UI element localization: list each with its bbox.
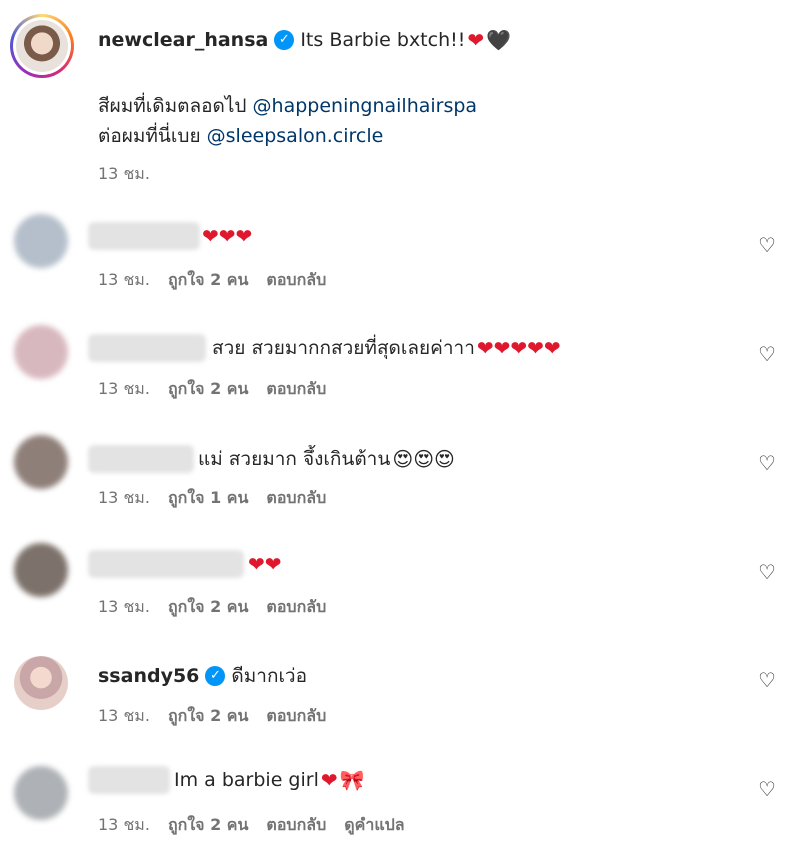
- ribbon-emoji-icon: 🎀: [339, 768, 365, 792]
- caption-line2: สีผมที่เดิมตลอดไป @happeningnailhairspa: [98, 95, 478, 117]
- heart-outline-icon[interactable]: ♡: [756, 343, 778, 365]
- comment-avatar[interactable]: [14, 766, 68, 820]
- heart-emoji-icon: ❤: [467, 28, 485, 52]
- caption-line3: ต่อผมที่นี่เบย @sleepsalon.circle: [98, 125, 384, 147]
- comment-username-blurred[interactable]: [88, 222, 200, 250]
- likes-count[interactable]: ถูกใจ 2 คน: [168, 379, 248, 398]
- reply-button[interactable]: ตอบกลับ: [266, 706, 326, 725]
- comment-text: สวย สวยมากกสวยที่สุดเลยค่าาา: [212, 337, 475, 359]
- heart-emoji-icon: ❤❤❤: [202, 224, 253, 248]
- heart-eyes-emoji-icon: 😍😍😍: [392, 447, 455, 471]
- heart-outline-icon[interactable]: ♡: [756, 561, 778, 583]
- likes-count[interactable]: ถูกใจ 2 คน: [168, 706, 248, 725]
- comment-avatar[interactable]: [14, 435, 68, 489]
- comment-avatar[interactable]: [14, 214, 68, 268]
- heart-emoji-icon: ❤❤: [248, 552, 282, 576]
- comment-meta: 13 ชม. ถูกใจ 2 คน ตอบกลับ: [98, 379, 327, 398]
- comment-meta: 13 ชม. ถูกใจ 2 คน ตอบกลับ: [98, 597, 327, 616]
- verified-badge-icon: ✓: [274, 30, 295, 50]
- comment-text: Im a barbie girl: [174, 769, 319, 791]
- reply-button[interactable]: ตอบกลับ: [266, 815, 326, 834]
- comment-meta: 13 ชม. ถูกใจ 2 คน ตอบกลับ: [98, 706, 327, 725]
- see-translation-button[interactable]: ดูคำแปล: [344, 815, 404, 834]
- comment-username-blurred[interactable]: [88, 445, 194, 473]
- caption-username[interactable]: newclear_hansa: [98, 29, 268, 51]
- reply-button[interactable]: ตอบกลับ: [266, 379, 326, 398]
- comment-meta: 13 ชม. ถูกใจ 1 คน ตอบกลับ: [98, 488, 327, 507]
- mention-link[interactable]: @sleepsalon.circle: [207, 125, 384, 147]
- heart-outline-icon[interactable]: ♡: [756, 234, 778, 256]
- reply-button[interactable]: ตอบกลับ: [266, 270, 326, 289]
- comment-text: ดีมากเว่อ: [231, 665, 308, 687]
- verified-badge-icon: ✓: [205, 666, 226, 686]
- comment-username-blurred[interactable]: [88, 334, 206, 362]
- comment-meta: 13 ชม. ถูกใจ 2 คน ตอบกลับ ดูคำแปล: [98, 815, 405, 834]
- comment-avatar[interactable]: [14, 325, 68, 379]
- comment-username[interactable]: ssandy56: [98, 665, 199, 687]
- comment-text: แม่ สวยมาก จึ้งเกินต้าน: [198, 448, 391, 470]
- black-heart-emoji-icon: 🖤: [486, 28, 512, 52]
- heart-emoji-icon: ❤: [320, 768, 338, 792]
- caption-avatar[interactable]: [10, 14, 74, 78]
- caption-time: 13 ชม.: [98, 164, 150, 183]
- heart-outline-icon[interactable]: ♡: [756, 669, 778, 691]
- likes-count[interactable]: ถูกใจ 1 คน: [168, 488, 248, 507]
- comment-username-blurred[interactable]: [88, 766, 170, 794]
- heart-emoji-icon: ❤❤❤❤❤: [476, 336, 561, 360]
- likes-count[interactable]: ถูกใจ 2 คน: [168, 270, 248, 289]
- reply-button[interactable]: ตอบกลับ: [266, 488, 326, 507]
- reply-button[interactable]: ตอบกลับ: [266, 597, 326, 616]
- comment-meta: 13 ชม. ถูกใจ 2 คน ตอบกลับ: [98, 270, 327, 289]
- comment-avatar[interactable]: [14, 656, 68, 710]
- likes-count[interactable]: ถูกใจ 2 คน: [168, 597, 248, 616]
- heart-outline-icon[interactable]: ♡: [756, 778, 778, 800]
- mention-link[interactable]: @happeningnailhairspa: [253, 95, 478, 117]
- comment-username-blurred[interactable]: [88, 550, 244, 578]
- heart-outline-icon[interactable]: ♡: [756, 452, 778, 474]
- comment-avatar[interactable]: [14, 543, 68, 597]
- caption-text: Its Barbie bxtch!!: [300, 29, 466, 51]
- likes-count[interactable]: ถูกใจ 2 คน: [168, 815, 248, 834]
